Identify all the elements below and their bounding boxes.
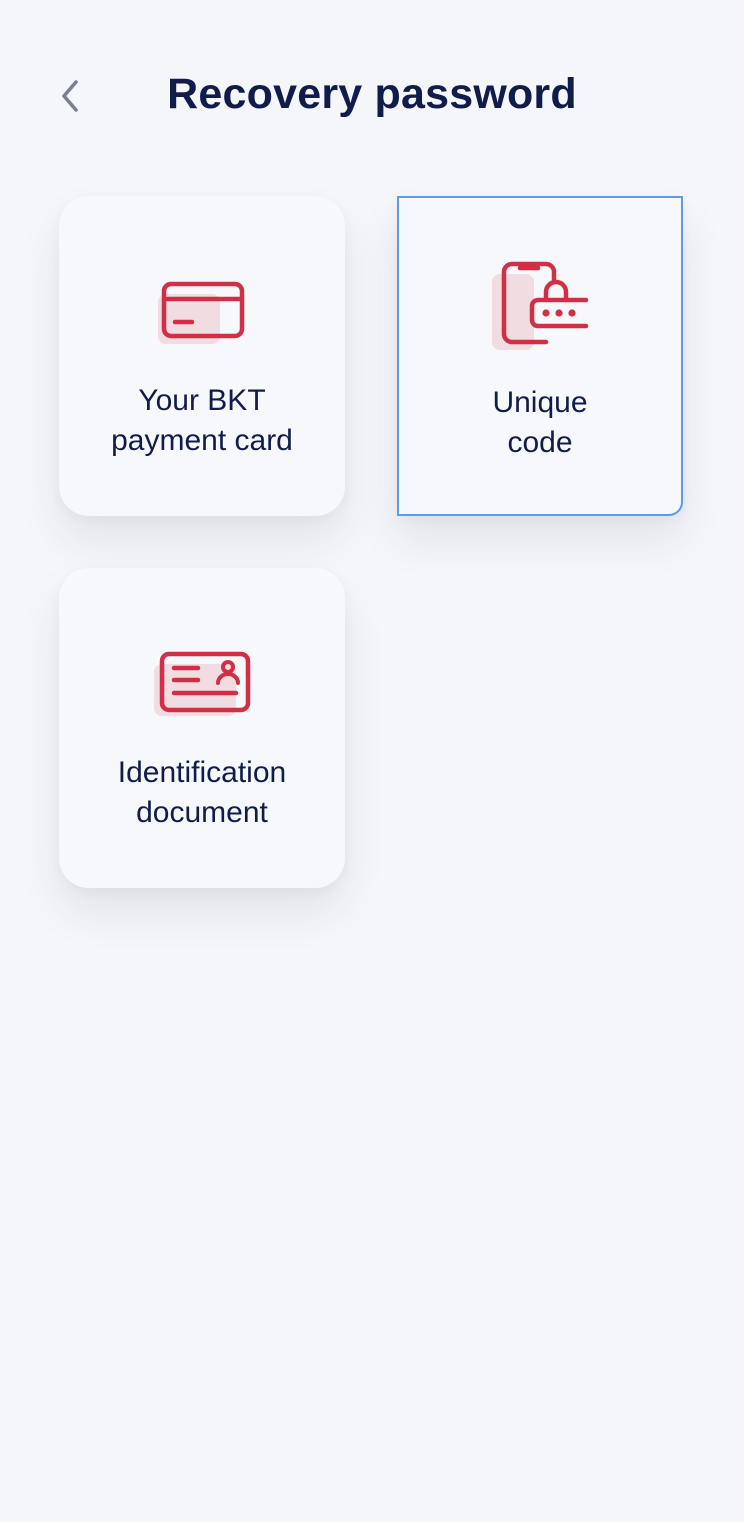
option-label-line2: code — [507, 426, 573, 459]
phone-lock-icon — [492, 261, 589, 350]
option-identification-document[interactable]: Identification document — [59, 568, 345, 888]
option-label: Identification document — [59, 753, 345, 833]
option-label-line2: payment card — [111, 424, 293, 457]
payment-card-icon — [158, 281, 245, 344]
option-label: Your BKT payment card — [59, 381, 345, 461]
option-label-line2: document — [136, 796, 268, 829]
option-label-line1: Identification — [117, 756, 287, 789]
id-document-icon — [154, 651, 251, 716]
option-label: Unique code — [399, 383, 681, 463]
recovery-password-screen: Recovery password Your BKT payment card … — [0, 0, 744, 1522]
option-payment-card[interactable]: Your BKT payment card — [59, 196, 345, 516]
option-unique-code[interactable]: Unique code — [397, 196, 683, 516]
page-title: Recovery password — [167, 70, 577, 118]
option-label-line1: Unique — [492, 386, 588, 419]
option-label-line1: Your BKT — [138, 384, 266, 417]
